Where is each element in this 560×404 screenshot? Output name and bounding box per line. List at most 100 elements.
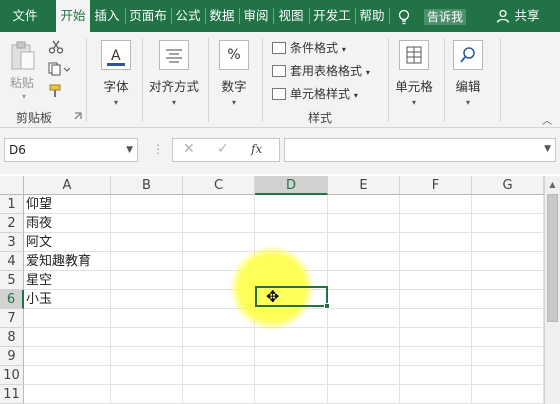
tell-me-search[interactable]: 告诉我 — [424, 9, 467, 25]
cell-f3[interactable] — [400, 233, 472, 252]
cell-e11[interactable] — [328, 385, 400, 404]
column-header-g[interactable]: G — [472, 176, 544, 195]
paste-label[interactable]: 粘贴 — [10, 74, 34, 91]
enter-check-icon[interactable]: ✓ — [217, 141, 229, 157]
cell-b6[interactable] — [111, 290, 183, 309]
tab-formulas[interactable]: 公式 — [172, 0, 204, 32]
tab-help[interactable]: 帮助 — [356, 0, 388, 32]
row-header-9[interactable]: 9 — [0, 347, 24, 366]
cell-g8[interactable] — [472, 328, 544, 347]
tab-insert[interactable]: 插入 — [90, 0, 124, 32]
column-header-a[interactable]: A — [24, 176, 111, 195]
cell-e10[interactable] — [328, 366, 400, 385]
cell-a11[interactable] — [24, 385, 111, 404]
cell-g9[interactable] — [472, 347, 544, 366]
cell-g1[interactable] — [472, 195, 544, 214]
cell-f10[interactable] — [400, 366, 472, 385]
cell-a1[interactable]: 仰望 — [24, 195, 111, 214]
cell-e7[interactable] — [328, 309, 400, 328]
vertical-scrollbar[interactable]: ▲ — [544, 176, 560, 404]
row-header-6[interactable]: 6 — [0, 290, 24, 309]
cell-e3[interactable] — [328, 233, 400, 252]
cell-d2[interactable] — [255, 214, 328, 233]
cell-f4[interactable] — [400, 252, 472, 271]
lightbulb-icon[interactable] — [397, 9, 411, 25]
cell-e2[interactable] — [328, 214, 400, 233]
cell-c10[interactable] — [183, 366, 255, 385]
cut-icon[interactable] — [48, 40, 64, 54]
cell-c8[interactable] — [183, 328, 255, 347]
cell-b3[interactable] — [111, 233, 183, 252]
cell-c2[interactable] — [183, 214, 255, 233]
cell-styles-button[interactable]: 单元格样式 ▾ — [272, 84, 358, 104]
conditional-formatting-button[interactable]: 条件格式 ▾ — [272, 38, 346, 58]
cell-e9[interactable] — [328, 347, 400, 366]
format-painter-icon[interactable] — [48, 84, 64, 98]
row-header-5[interactable]: 5 — [0, 271, 24, 290]
tab-developer[interactable]: 开发工 — [310, 0, 354, 32]
cell-b2[interactable] — [111, 214, 183, 233]
row-header-4[interactable]: 4 — [0, 252, 24, 271]
cell-a5[interactable]: 星空 — [24, 271, 111, 290]
alignment-button[interactable]: 对齐方式 ▾ — [146, 40, 202, 107]
cell-g11[interactable] — [472, 385, 544, 404]
dialog-launcher-icon[interactable] — [74, 112, 82, 120]
copy-icon[interactable] — [48, 62, 70, 76]
cell-c11[interactable] — [183, 385, 255, 404]
cell-b4[interactable] — [111, 252, 183, 271]
cell-g2[interactable] — [472, 214, 544, 233]
cell-b8[interactable] — [111, 328, 183, 347]
tab-data[interactable]: 数据 — [206, 0, 238, 32]
column-header-d[interactable]: D — [255, 176, 328, 195]
spreadsheet-grid[interactable]: ABCDEFG 1 仰望 2 雨夜 3 阿文 4 爱知趣教育 5 星空 6 小玉 7 8 9 10 11 ✥ — [0, 176, 544, 404]
row-header-11[interactable]: 11 — [0, 385, 24, 404]
row-header-3[interactable]: 3 — [0, 233, 24, 252]
editing-button[interactable]: 编辑 ▾ — [448, 40, 488, 107]
row-header-2[interactable]: 2 — [0, 214, 24, 233]
cell-e8[interactable] — [328, 328, 400, 347]
drag-handle-icon[interactable]: ⋮ — [152, 142, 164, 156]
cell-d9[interactable] — [255, 347, 328, 366]
tab-file[interactable]: 文件 — [4, 0, 46, 32]
tab-home[interactable]: 开始 — [56, 0, 90, 32]
name-box[interactable]: D6 ▼ — [4, 138, 138, 162]
user-icon[interactable] — [496, 9, 510, 23]
expand-formula-icon[interactable]: ▼ — [544, 144, 551, 154]
font-button[interactable]: A 字体 ▾ — [96, 40, 136, 107]
row-header-10[interactable]: 10 — [0, 366, 24, 385]
cell-c9[interactable] — [183, 347, 255, 366]
cell-f9[interactable] — [400, 347, 472, 366]
row-header-1[interactable]: 1 — [0, 195, 24, 214]
cell-a4[interactable]: 爱知趣教育 — [24, 252, 111, 271]
cell-g6[interactable] — [472, 290, 544, 309]
cell-b9[interactable] — [111, 347, 183, 366]
cell-d1[interactable] — [255, 195, 328, 214]
scroll-thumb[interactable] — [547, 194, 558, 322]
cell-f1[interactable] — [400, 195, 472, 214]
cell-e4[interactable] — [328, 252, 400, 271]
paste-dropdown-caret[interactable]: ▾ — [22, 92, 26, 101]
cell-f5[interactable] — [400, 271, 472, 290]
tab-view[interactable]: 视图 — [274, 0, 308, 32]
column-header-e[interactable]: E — [328, 176, 400, 195]
cell-b5[interactable] — [111, 271, 183, 290]
cell-b7[interactable] — [111, 309, 183, 328]
collapse-ribbon-icon[interactable]: ︿ — [542, 112, 552, 127]
cell-f6[interactable] — [400, 290, 472, 309]
cell-b1[interactable] — [111, 195, 183, 214]
cell-e6[interactable] — [328, 290, 400, 309]
insert-function-icon[interactable]: fx — [251, 142, 262, 156]
fill-handle[interactable] — [324, 303, 330, 309]
cell-a8[interactable] — [24, 328, 111, 347]
cell-b11[interactable] — [111, 385, 183, 404]
cell-a9[interactable] — [24, 347, 111, 366]
row-header-7[interactable]: 7 — [0, 309, 24, 328]
cell-a6[interactable]: 小玉 — [24, 290, 111, 309]
format-as-table-button[interactable]: 套用表格格式 ▾ — [272, 61, 370, 81]
cell-b10[interactable] — [111, 366, 183, 385]
cell-g10[interactable] — [472, 366, 544, 385]
share-button[interactable]: 共享 — [512, 0, 542, 32]
column-header-b[interactable]: B — [111, 176, 183, 195]
scroll-up-icon[interactable]: ▲ — [545, 178, 560, 192]
cell-f7[interactable] — [400, 309, 472, 328]
